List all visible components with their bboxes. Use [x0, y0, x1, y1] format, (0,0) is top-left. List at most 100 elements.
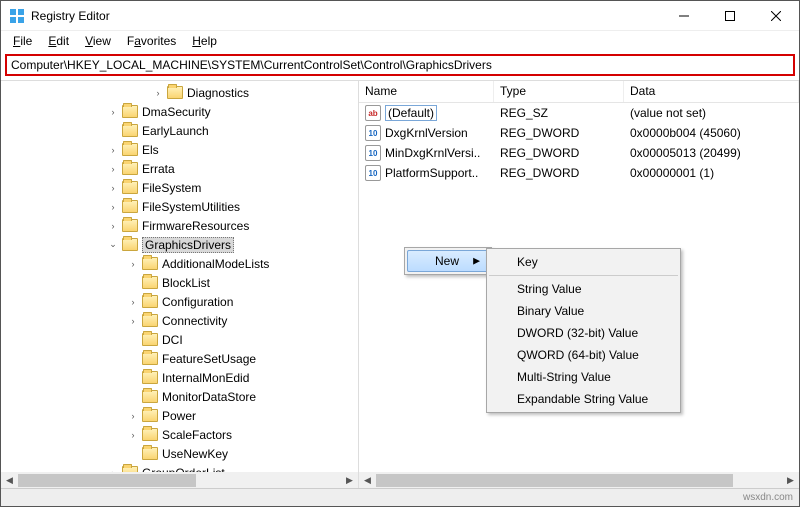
tree-item[interactable]: › Els — [1, 140, 358, 159]
folder-icon — [142, 276, 158, 289]
value-type: REG_DWORD — [494, 146, 624, 160]
list-row[interactable]: 10MinDxgKrnlVersi..REG_DWORD0x00005013 (… — [359, 143, 799, 163]
chevron-right-icon[interactable]: › — [106, 105, 120, 119]
menu-help[interactable]: Help — [186, 33, 223, 49]
minimize-button[interactable] — [661, 1, 707, 30]
submenu-arrow-icon: ▶ — [473, 256, 480, 267]
tree-item[interactable]: ⌄GraphicsDrivers — [1, 235, 358, 254]
main-content: ›Diagnostics›DmaSecurityEarlyLaunch›Els›… — [1, 80, 799, 489]
chevron-right-icon[interactable]: › — [106, 181, 120, 195]
value-name: (Default) — [385, 105, 437, 121]
tree-item[interactable]: ›Connectivity — [1, 311, 358, 330]
folder-icon — [122, 200, 138, 213]
scroll-right-icon[interactable]: ▶ — [341, 472, 358, 489]
chevron-right-icon[interactable]: › — [126, 314, 140, 328]
list-row[interactable]: ab(Default)REG_SZ(value not set) — [359, 103, 799, 123]
tree-item[interactable]: UseNewKey — [1, 444, 358, 463]
context-submenu-new: KeyString ValueBinary ValueDWORD (32-bit… — [486, 248, 681, 413]
window-controls — [661, 1, 799, 30]
value-type: REG_SZ — [494, 106, 624, 120]
tree-item[interactable]: DCI — [1, 330, 358, 349]
tree-item[interactable]: ›FileSystem — [1, 178, 358, 197]
tree-item[interactable]: MonitorDataStore — [1, 387, 358, 406]
value-list-pane: Name Type Data ab(Default)REG_SZ(value n… — [359, 81, 799, 489]
binary-value-icon: 10 — [365, 165, 381, 181]
tree-item-label: InternalMonEdid — [162, 371, 249, 385]
tree-item[interactable]: ›ScaleFactors — [1, 425, 358, 444]
scroll-left-icon[interactable]: ◀ — [359, 472, 376, 489]
value-list[interactable]: ab(Default)REG_SZ(value not set)10DxgKrn… — [359, 103, 799, 183]
scroll-track[interactable] — [376, 472, 782, 489]
folder-icon — [142, 314, 158, 327]
tree-item-label: FileSystemUtilities — [142, 200, 240, 214]
tree-item-label: UseNewKey — [162, 447, 228, 461]
folder-icon — [142, 409, 158, 422]
list-row[interactable]: 10DxgKrnlVersionREG_DWORD0x0000b004 (450… — [359, 123, 799, 143]
list-hscrollbar[interactable]: ◀ ▶ — [359, 472, 799, 489]
tree-item-label: EarlyLaunch — [142, 124, 209, 138]
binary-value-icon: 10 — [365, 125, 381, 141]
expander-empty — [126, 352, 140, 366]
tree-item[interactable]: EarlyLaunch — [1, 121, 358, 140]
chevron-right-icon[interactable]: › — [126, 409, 140, 423]
list-header: Name Type Data — [359, 81, 799, 103]
folder-icon — [122, 162, 138, 175]
context-menu-item[interactable]: Key — [489, 251, 678, 276]
close-button[interactable] — [753, 1, 799, 30]
menu-edit[interactable]: Edit — [42, 33, 75, 49]
folder-icon — [142, 371, 158, 384]
list-row[interactable]: 10PlatformSupport..REG_DWORD0x00000001 (… — [359, 163, 799, 183]
value-data: 0x00005013 (20499) — [624, 146, 799, 160]
tree-item[interactable]: ›Power — [1, 406, 358, 425]
tree-item[interactable]: › FileSystemUtilities — [1, 197, 358, 216]
column-name[interactable]: Name — [359, 81, 494, 102]
tree-item-label: Configuration — [162, 295, 233, 309]
chevron-down-icon[interactable]: ⌄ — [106, 238, 120, 252]
context-menu-item[interactable]: Multi-String Value — [489, 366, 678, 388]
address-bar[interactable]: Computer\HKEY_LOCAL_MACHINE\SYSTEM\Curre… — [5, 54, 795, 76]
tree-item[interactable]: ›Diagnostics — [1, 83, 358, 102]
context-menu-new[interactable]: New ▶ KeyString ValueBinary ValueDWORD (… — [407, 250, 489, 272]
tree-item[interactable]: ›AdditionalModeLists — [1, 254, 358, 273]
tree-hscrollbar[interactable]: ◀ ▶ — [1, 472, 358, 489]
maximize-button[interactable] — [707, 1, 753, 30]
scroll-right-icon[interactable]: ▶ — [782, 472, 799, 489]
scroll-track[interactable] — [18, 472, 341, 489]
tree-item[interactable]: ›DmaSecurity — [1, 102, 358, 121]
tree-item[interactable]: › Configuration — [1, 292, 358, 311]
column-type[interactable]: Type — [494, 81, 624, 102]
scroll-thumb[interactable] — [376, 474, 733, 487]
chevron-right-icon[interactable]: › — [106, 219, 120, 233]
tree-item[interactable]: ›FirmwareResources — [1, 216, 358, 235]
context-menu-item[interactable]: String Value — [489, 278, 678, 300]
folder-icon — [142, 333, 158, 346]
tree-item[interactable]: InternalMonEdid — [1, 368, 358, 387]
chevron-right-icon[interactable]: › — [106, 162, 120, 176]
menu-file[interactable]: File — [7, 33, 38, 49]
expander-empty — [126, 371, 140, 385]
expander-empty — [126, 333, 140, 347]
scroll-left-icon[interactable]: ◀ — [1, 472, 18, 489]
folder-icon — [122, 124, 138, 137]
context-menu-item[interactable]: Expandable String Value — [489, 388, 678, 410]
chevron-right-icon[interactable]: › — [106, 143, 120, 157]
menu-favorites[interactable]: Favorites — [121, 33, 182, 49]
menu-view[interactable]: View — [79, 33, 117, 49]
context-menu-item[interactable]: DWORD (32-bit) Value — [489, 322, 678, 344]
chevron-right-icon[interactable]: › — [126, 295, 140, 309]
chevron-right-icon[interactable]: › — [126, 428, 140, 442]
context-menu-item[interactable]: QWORD (64-bit) Value — [489, 344, 678, 366]
context-menu-item[interactable]: Binary Value — [489, 300, 678, 322]
tree-item-label: Els — [142, 143, 159, 157]
folder-icon — [142, 295, 158, 308]
column-data[interactable]: Data — [624, 81, 799, 102]
chevron-right-icon[interactable]: › — [126, 257, 140, 271]
registry-tree[interactable]: ›Diagnostics›DmaSecurityEarlyLaunch›Els›… — [1, 81, 358, 484]
folder-icon — [142, 428, 158, 441]
chevron-right-icon[interactable]: › — [151, 86, 165, 100]
tree-item[interactable]: ›Errata — [1, 159, 358, 178]
tree-item[interactable]: FeatureSetUsage — [1, 349, 358, 368]
scroll-thumb[interactable] — [18, 474, 196, 487]
tree-item[interactable]: BlockList — [1, 273, 358, 292]
chevron-right-icon[interactable]: › — [106, 200, 120, 214]
